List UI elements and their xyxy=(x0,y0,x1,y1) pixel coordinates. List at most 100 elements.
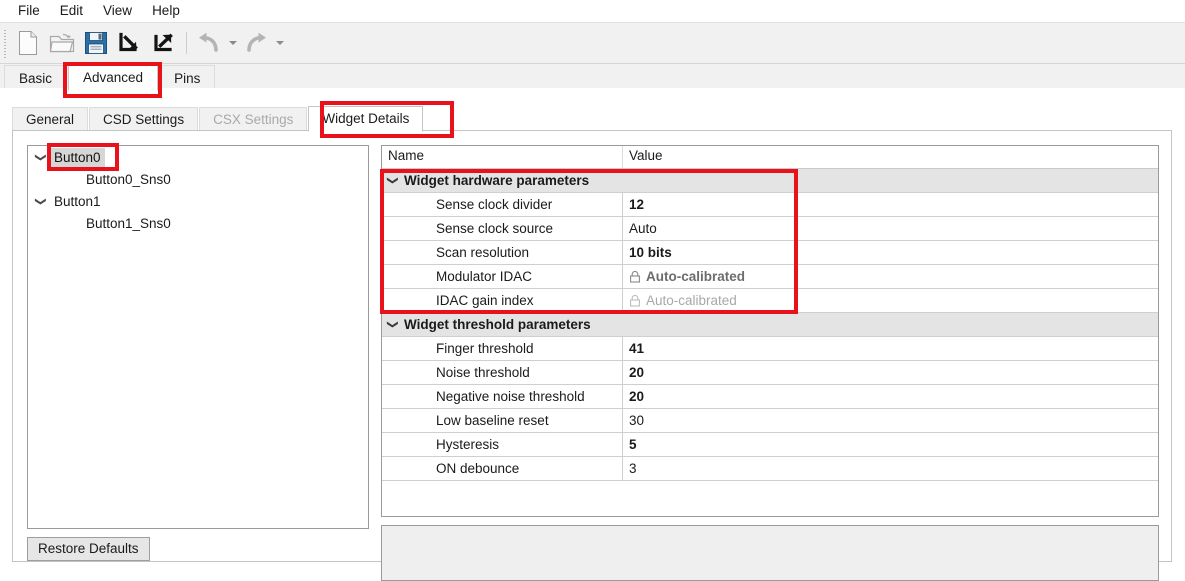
grid-cell-value[interactable]: 10 bits xyxy=(623,241,1158,264)
grid-cell-value[interactable]: 20 xyxy=(623,361,1158,384)
widget-details-page: ❯ Button0 Button0_Sns0 ❯ Button1 Button1… xyxy=(12,130,1172,581)
grid-cell-name: ❯ Widget threshold parameters xyxy=(382,313,623,336)
import-button[interactable] xyxy=(113,26,147,60)
tree-node-button0-sns0[interactable]: Button0_Sns0 xyxy=(28,168,368,190)
grid-cell-value[interactable]: 3 xyxy=(623,457,1158,480)
tree-node-button0[interactable]: ❯ Button0 xyxy=(28,146,368,168)
tab-general[interactable]: General xyxy=(12,107,89,132)
grid-cell-value[interactable] xyxy=(623,169,1158,192)
widget-tree[interactable]: ❯ Button0 Button0_Sns0 ❯ Button1 Button1… xyxy=(27,145,369,529)
grid-cell-value[interactable]: 20 xyxy=(623,385,1158,408)
parameter-grid[interactable]: Name Value ❯ Widget hardware parameters … xyxy=(381,145,1159,517)
grid-header-row: Name Value xyxy=(382,146,1158,169)
redo-dropdown-arrow[interactable] xyxy=(273,26,286,60)
redo-icon xyxy=(243,32,269,54)
chevron-down-icon[interactable]: ❯ xyxy=(387,170,400,192)
parameter-label: IDAC gain index xyxy=(436,293,534,308)
menu-item-view[interactable]: View xyxy=(93,0,142,22)
parameter-label: Sense clock source xyxy=(436,221,554,236)
grid-row-hysteresis[interactable]: Hysteresis 5 xyxy=(382,433,1158,457)
grid-cell-value[interactable]: 5 xyxy=(623,433,1158,456)
undo-icon xyxy=(196,32,222,54)
tree-node-button1[interactable]: ❯ Button1 xyxy=(28,190,368,212)
grid-cell-value[interactable]: Auto-calibrated xyxy=(623,289,1158,312)
menu-item-edit[interactable]: Edit xyxy=(50,0,93,22)
grid-value-text: Auto-calibrated xyxy=(646,269,746,284)
description-panel xyxy=(381,525,1159,581)
tab-csd-settings[interactable]: CSD Settings xyxy=(89,107,199,132)
main-tabstrip: Basic Advanced Pins xyxy=(0,64,1185,91)
tree-node-button1-sns0[interactable]: Button1_Sns0 xyxy=(28,212,368,234)
grid-cell-name: Modulator IDAC xyxy=(382,265,623,288)
restore-defaults-button[interactable]: Restore Defaults xyxy=(27,537,150,561)
grid-cell-value[interactable]: 30 xyxy=(623,409,1158,432)
chevron-down-icon[interactable]: ❯ xyxy=(35,192,48,210)
grid-row-scan-resolution[interactable]: Scan resolution 10 bits xyxy=(382,241,1158,265)
grid-row-sense-clock-divider[interactable]: Sense clock divider 12 xyxy=(382,193,1158,217)
tab-csx-settings[interactable]: CSX Settings xyxy=(199,107,308,132)
parameter-label: Low baseline reset xyxy=(436,413,549,428)
grid-group-row-hardware[interactable]: ❯ Widget hardware parameters xyxy=(382,169,1158,193)
grid-cell-name: Scan resolution xyxy=(382,241,623,264)
export-button[interactable] xyxy=(147,26,181,60)
new-file-icon xyxy=(17,30,39,56)
grid-row-modulator-idac[interactable]: Modulator IDAC Auto-calibrated xyxy=(382,265,1158,289)
grid-row-on-debounce[interactable]: ON debounce 3 xyxy=(382,457,1158,481)
grid-row-finger-threshold[interactable]: Finger threshold 41 xyxy=(382,337,1158,361)
menu-item-file[interactable]: File xyxy=(8,0,50,22)
column-header-value[interactable]: Value xyxy=(623,146,1158,168)
menu-bar: File Edit View Help xyxy=(0,0,1185,22)
grid-cell-value[interactable]: 12 xyxy=(623,193,1158,216)
column-header-name[interactable]: Name xyxy=(382,146,623,168)
parameter-label: Scan resolution xyxy=(436,245,530,260)
grid-row-negative-noise-threshold[interactable]: Negative noise threshold 20 xyxy=(382,385,1158,409)
grid-cell-name: Sense clock source xyxy=(382,217,623,240)
parameter-label: Finger threshold xyxy=(436,341,534,356)
group-label: Widget threshold parameters xyxy=(404,317,591,332)
chevron-down-icon[interactable]: ❯ xyxy=(387,314,400,336)
grid-cell-name: ON debounce xyxy=(382,457,623,480)
toolbar-grip[interactable] xyxy=(2,28,8,58)
parameter-label: Noise threshold xyxy=(436,365,530,380)
undo-dropdown-arrow[interactable] xyxy=(226,26,239,60)
chevron-down-icon[interactable]: ❯ xyxy=(35,148,48,166)
grid-row-idac-gain-index[interactable]: IDAC gain index Auto-calibrated xyxy=(382,289,1158,313)
tab-widget-details[interactable]: Widget Details xyxy=(308,106,424,132)
grid-cell-name: Low baseline reset xyxy=(382,409,623,432)
menu-item-help[interactable]: Help xyxy=(142,0,190,22)
grid-row-noise-threshold[interactable]: Noise threshold 20 xyxy=(382,361,1158,385)
lock-icon xyxy=(629,294,641,307)
grid-cell-name: Noise threshold xyxy=(382,361,623,384)
toolbar-separator xyxy=(186,32,187,54)
grid-cell-value[interactable]: Auto-calibrated xyxy=(623,265,1158,288)
grid-cell-value[interactable] xyxy=(623,313,1158,336)
lock-icon xyxy=(629,270,641,283)
group-label: Widget hardware parameters xyxy=(404,173,590,188)
open-folder-icon xyxy=(49,31,75,55)
grid-cell-value[interactable]: 41 xyxy=(623,337,1158,360)
grid-group-row-threshold[interactable]: ❯ Widget threshold parameters xyxy=(382,313,1158,337)
save-button[interactable] xyxy=(79,26,113,60)
new-file-button[interactable] xyxy=(11,26,45,60)
grid-row-low-baseline-reset[interactable]: Low baseline reset 30 xyxy=(382,409,1158,433)
open-folder-button[interactable] xyxy=(45,26,79,60)
grid-cell-name: ❯ Widget hardware parameters xyxy=(382,169,623,192)
redo-button[interactable] xyxy=(239,26,273,60)
tab-advanced[interactable]: Advanced xyxy=(68,64,159,91)
parameter-label: Negative noise threshold xyxy=(436,389,585,404)
grid-cell-name: Sense clock divider xyxy=(382,193,623,216)
tree-node-label: Button1 xyxy=(54,193,101,209)
undo-button[interactable] xyxy=(192,26,226,60)
parameter-label: ON debounce xyxy=(436,461,520,476)
tree-node-label: Button0_Sns0 xyxy=(86,171,171,187)
tab-content-advanced: General CSD Settings CSX Settings Widget… xyxy=(0,88,1185,581)
parameter-label: Sense clock divider xyxy=(436,197,553,212)
parameter-label: Modulator IDAC xyxy=(436,269,533,284)
toolbar xyxy=(0,22,1185,64)
save-icon xyxy=(84,31,108,55)
tree-node-label: Button1_Sns0 xyxy=(86,215,171,231)
grid-value-text: Auto-calibrated xyxy=(646,293,737,308)
parameter-label: Hysteresis xyxy=(436,437,500,452)
grid-cell-value[interactable]: Auto xyxy=(623,217,1158,240)
grid-row-sense-clock-source[interactable]: Sense clock source Auto xyxy=(382,217,1158,241)
